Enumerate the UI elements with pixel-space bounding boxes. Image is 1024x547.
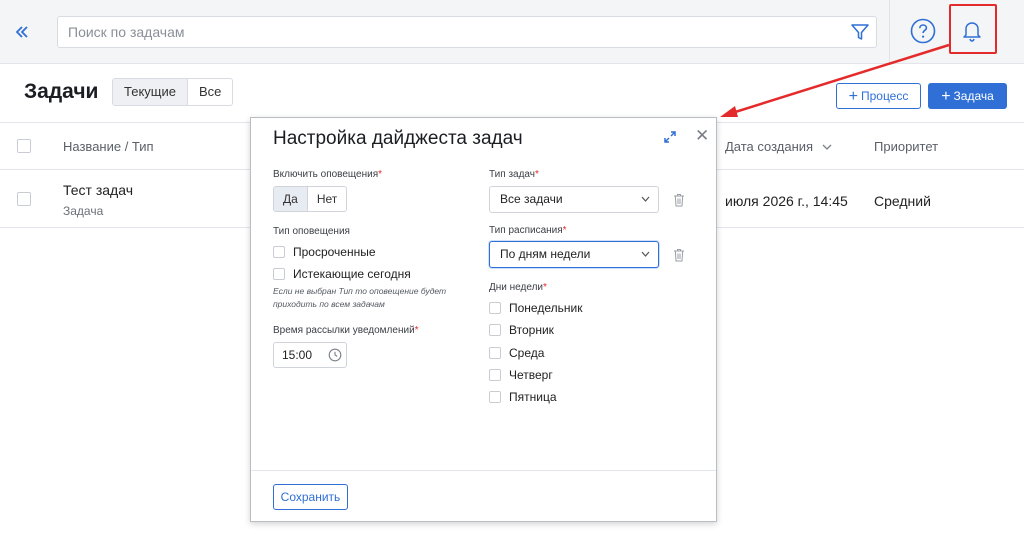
required-mark: * [378,169,383,180]
checkbox-box[interactable] [273,246,285,258]
enable-notifications-label: Включить оповещения* [273,169,382,180]
close-icon[interactable]: ✕ [695,127,709,144]
tab-all[interactable]: Все [188,79,232,105]
weekdays-label: Дни недели* [489,282,547,293]
send-time-label: Время рассылки уведомлений* [273,325,419,336]
select-all-checkbox[interactable] [17,139,31,153]
add-task-label: Задача [953,89,994,103]
add-process-button[interactable]: + Процесс [836,83,921,109]
expand-icon[interactable] [663,130,677,144]
tab-current[interactable]: Текущие [113,79,188,105]
chevron-down-icon [641,251,650,257]
notify-type-label: Тип оповещения [273,226,350,237]
dialog-footer-divider [251,470,716,471]
send-time-text: Время рассылки уведомлений [273,325,415,336]
weekday-label: Среда [509,346,545,360]
task-filter-tabs: Текущие Все [112,78,234,106]
weekday-label: Четверг [509,368,553,382]
chevron-down-icon [641,196,650,202]
schedule-type-select[interactable]: По дням недели [489,241,659,268]
enable-yes-option[interactable]: Да [274,187,308,211]
add-task-button[interactable]: + Задача [928,83,1007,109]
task-type-label: Тип задач* [489,169,539,180]
column-header-created-label: Дата создания [725,139,814,154]
checkbox-box[interactable] [489,347,501,359]
checkbox-box[interactable] [489,302,501,314]
enable-no-option[interactable]: Нет [308,187,346,211]
schedule-type-value: По дням недели [500,247,591,261]
send-time-value: 15:00 [282,348,313,362]
task-created-date: июля 2026 г., 14:45 [725,193,848,209]
task-type-select[interactable]: Все задачи [489,186,659,213]
column-header-name[interactable]: Название / Тип [63,139,154,154]
plus-icon: + [848,88,858,105]
search-input[interactable] [68,17,828,47]
required-mark: * [414,325,419,336]
task-name[interactable]: Тест задач [63,182,133,198]
weekday-label: Вторник [509,323,554,337]
weekday-label: Пятница [509,390,557,404]
chevron-down-icon [822,144,832,150]
due-today-checkbox-label: Истекающие сегодня [293,267,411,281]
trash-icon[interactable] [673,248,685,262]
row-checkbox[interactable] [17,192,31,206]
checkbox-box[interactable] [489,369,501,381]
clock-icon[interactable] [328,348,342,362]
search-box [57,16,877,48]
column-header-created[interactable]: Дата создания [725,139,832,154]
digest-settings-dialog: Настройка дайджеста задач ✕ Включить опо… [250,117,717,522]
required-mark: * [543,282,547,293]
add-process-label: Процесс [860,89,909,103]
checkbox-box[interactable] [273,268,285,280]
overdue-checkbox[interactable]: Просроченные [273,245,376,259]
weekday-label: Понедельник [509,301,583,315]
task-type-value: Все задачи [500,192,563,206]
task-type: Задача [63,204,104,218]
weekday-thursday-checkbox[interactable]: Четверг [489,368,553,382]
collapse-sidebar-button[interactable] [8,18,36,46]
schedule-type-label: Тип расписания* [489,225,567,236]
task-priority: Средний [874,193,931,209]
weekday-friday-checkbox[interactable]: Пятница [489,390,557,404]
weekday-monday-checkbox[interactable]: Понедельник [489,301,582,315]
dialog-title: Настройка дайджеста задач [273,128,523,149]
filter-icon[interactable] [850,22,870,42]
required-mark: * [534,169,539,180]
checkbox-box[interactable] [489,324,501,336]
weekday-tuesday-checkbox[interactable]: Вторник [489,323,554,337]
weekdays-text: Дни недели [489,282,544,293]
save-button[interactable]: Сохранить [273,484,348,510]
plus-icon: + [941,88,951,105]
trash-icon[interactable] [673,193,685,207]
schedule-type-text: Тип расписания [489,225,563,236]
task-type-text: Тип задач [489,169,535,180]
column-header-priority[interactable]: Приоритет [874,139,938,154]
top-bar [0,0,1024,64]
page-title: Задачи [24,80,99,103]
double-chevron-left-icon [15,26,28,38]
required-mark: * [562,225,567,236]
weekday-wednesday-checkbox[interactable]: Среда [489,346,544,360]
help-icon[interactable] [910,18,936,44]
bell-highlight-box [949,4,997,54]
checkbox-box[interactable] [489,391,501,403]
topbar-divider [889,0,890,64]
overdue-checkbox-label: Просроченные [293,245,376,259]
send-time-input[interactable]: 15:00 [273,342,347,368]
enable-notifications-toggle: Да Нет [273,186,348,212]
notify-type-hint: Если не выбран Тип то оповещение будет п… [273,286,447,309]
enable-notifications-text: Включить оповещения [273,169,379,180]
due-today-checkbox[interactable]: Истекающие сегодня [273,267,411,281]
